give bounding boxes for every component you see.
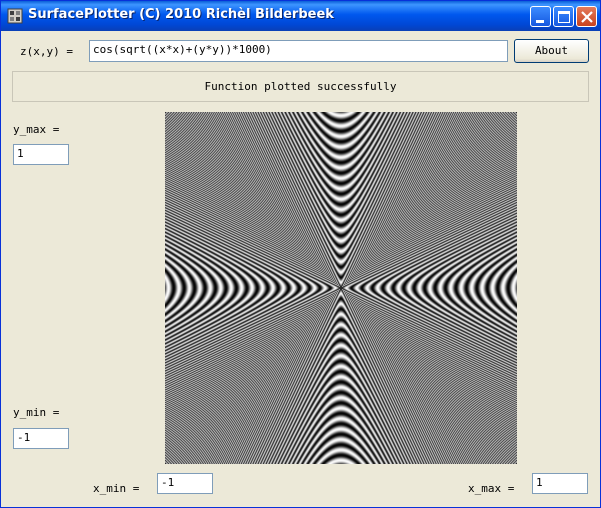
status-bar: Function plotted successfully: [12, 71, 589, 102]
y-min-input[interactable]: -1: [13, 428, 69, 449]
about-button[interactable]: About: [514, 39, 589, 63]
formula-input[interactable]: cos(sqrt((x*x)+(y*y))*1000): [89, 40, 508, 62]
x-max-input[interactable]: 1: [532, 473, 588, 494]
main-window: SurfacePlotter (C) 2010 Richèl Bilderbee…: [0, 0, 601, 508]
minimize-button[interactable]: [530, 6, 551, 27]
maximize-button[interactable]: [553, 6, 574, 27]
x-min-label: x_min =: [93, 482, 140, 495]
y-max-input[interactable]: 1: [13, 144, 69, 165]
app-icon: [7, 8, 23, 24]
y-max-label: y_max =: [13, 123, 60, 136]
surface-plot: [165, 112, 517, 464]
close-button[interactable]: [576, 6, 597, 27]
formula-label: z(x,y) =: [20, 45, 73, 58]
y-min-label: y_min =: [13, 406, 60, 419]
window-title: SurfacePlotter (C) 2010 Richèl Bilderbee…: [28, 7, 334, 22]
maximize-icon: [558, 11, 570, 23]
x-min-input[interactable]: -1: [157, 473, 213, 494]
x-max-label: x_max =: [468, 482, 515, 495]
close-icon: [581, 11, 593, 23]
surface-plot-canvas: [165, 112, 517, 464]
status-text: Function plotted successfully: [204, 80, 397, 93]
title-bar[interactable]: SurfacePlotter (C) 2010 Richèl Bilderbee…: [1, 1, 600, 31]
minimize-icon: [536, 20, 544, 23]
